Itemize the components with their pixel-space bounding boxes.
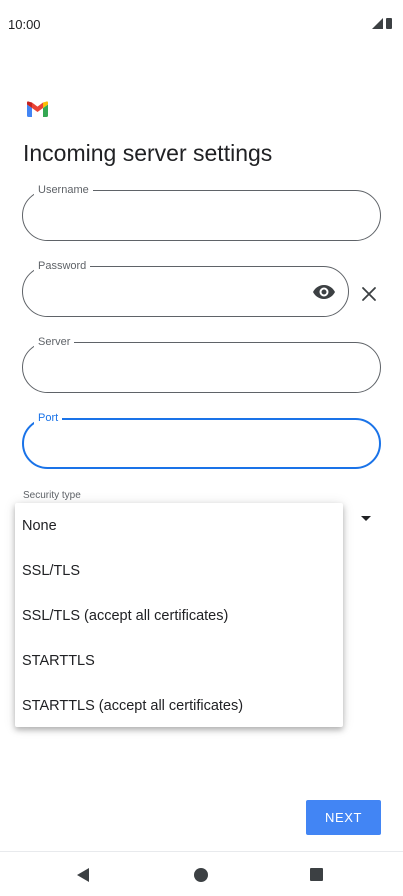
- back-icon[interactable]: [77, 868, 89, 882]
- navigation-bar: [0, 851, 403, 896]
- battery-icon: [386, 18, 392, 29]
- security-type-label: Security type: [23, 490, 81, 501]
- menu-item-starttls[interactable]: STARTTLS: [15, 638, 343, 683]
- username-field[interactable]: Username: [22, 183, 381, 241]
- close-icon[interactable]: [360, 285, 378, 303]
- password-label: Password: [34, 259, 91, 273]
- username-label: Username: [34, 183, 93, 197]
- port-label: Port: [34, 411, 63, 425]
- signal-icon: [372, 18, 383, 29]
- recents-icon[interactable]: [310, 868, 323, 881]
- next-button[interactable]: NEXT: [306, 800, 381, 835]
- menu-item-starttls-accept-all[interactable]: STARTTLS (accept all certificates): [15, 683, 343, 728]
- port-field[interactable]: Port: [22, 411, 381, 469]
- menu-item-ssl-tls[interactable]: SSL/TLS: [15, 548, 343, 593]
- status-icons: [372, 18, 392, 29]
- page-title: Incoming server settings: [23, 140, 273, 166]
- menu-item-none[interactable]: None: [15, 503, 343, 548]
- chevron-down-icon[interactable]: [361, 516, 371, 521]
- home-icon[interactable]: [194, 868, 208, 882]
- security-type-menu: None SSL/TLS SSL/TLS (accept all certifi…: [15, 503, 343, 727]
- server-label: Server: [34, 335, 75, 349]
- eye-icon[interactable]: [312, 280, 336, 304]
- menu-item-ssl-tls-accept-all[interactable]: SSL/TLS (accept all certificates): [15, 593, 343, 638]
- server-field[interactable]: Server: [22, 335, 381, 393]
- status-time: 10:00: [8, 17, 41, 32]
- status-bar: 10:00: [0, 0, 403, 50]
- gmail-logo-icon: [27, 101, 48, 117]
- password-field[interactable]: Password: [22, 259, 349, 317]
